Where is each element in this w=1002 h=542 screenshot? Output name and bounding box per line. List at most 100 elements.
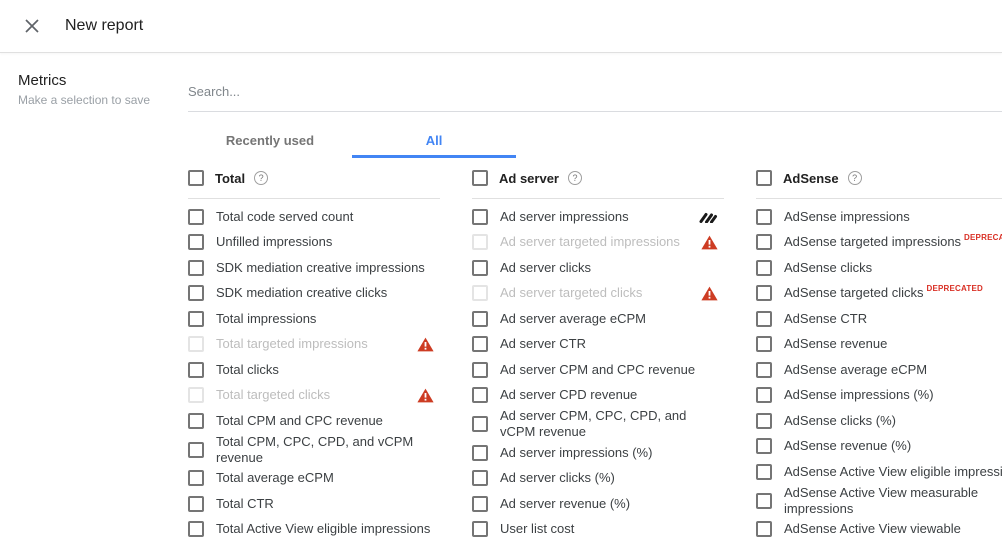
metric-checkbox[interactable] [188,413,204,429]
metric-checkbox[interactable] [472,336,488,352]
metric-item[interactable]: Ad server clicks (%) [472,466,724,492]
metric-checkbox[interactable] [472,260,488,276]
metric-item[interactable]: SDK mediation creative clicks [188,281,440,307]
metric-item[interactable]: Total impressions [188,306,440,332]
metric-text: AdSense Active View eligible impressions [784,464,1002,480]
metric-item[interactable]: Total clicks [188,357,440,383]
metric-checkbox[interactable] [188,496,204,512]
metric-checkbox[interactable] [188,521,204,537]
metric-checkbox[interactable] [188,470,204,486]
metric-item[interactable]: AdSense Active View viewable [756,517,1002,542]
metric-label: AdSense targeted impressions [784,234,961,249]
metric-item[interactable]: Ad server CPM, CPC, CPD, and vCPM revenu… [472,408,724,440]
metric-item[interactable]: Ad server targeted impressions [472,230,724,256]
badge-slot [417,388,440,403]
metric-label: Total CPM and CPC revenue [216,413,383,428]
metric-checkbox[interactable] [472,285,488,301]
group-checkbox[interactable] [188,170,204,186]
metric-checkbox[interactable] [756,438,772,454]
metric-item[interactable]: Total targeted clicks [188,383,440,409]
metric-checkbox[interactable] [756,209,772,225]
metric-item[interactable]: SDK mediation creative impressions [188,255,440,281]
metric-checkbox[interactable] [472,496,488,512]
metric-checkbox[interactable] [756,413,772,429]
group-checkbox[interactable] [472,170,488,186]
metric-group: AdSense ? AdSense impressions AdSense ta… [756,166,1002,542]
metric-item[interactable]: AdSense targeted clicksDEPRECATED [756,281,1002,307]
metric-item[interactable]: AdSense impressions (%) [756,383,1002,409]
metric-item[interactable]: Total CPM and CPC revenue [188,408,440,434]
metric-item[interactable]: AdSense average eCPM [756,357,1002,383]
metric-item[interactable]: AdSense impressions [756,204,1002,230]
metric-checkbox[interactable] [188,336,204,352]
help-icon[interactable]: ? [568,171,582,185]
metric-item[interactable]: AdSense clicks (%) [756,408,1002,434]
metric-item[interactable]: Total code served count [188,204,440,230]
metric-checkbox[interactable] [472,311,488,327]
metric-checkbox[interactable] [756,362,772,378]
metric-checkbox[interactable] [472,470,488,486]
metric-checkbox[interactable] [188,387,204,403]
metric-text: Ad server CTR [500,336,586,352]
metric-checkbox[interactable] [188,260,204,276]
close-icon[interactable] [23,17,41,35]
metric-item[interactable]: AdSense CTR [756,306,1002,332]
metric-item[interactable]: Total average eCPM [188,466,440,492]
metric-item[interactable]: Unfilled impressions [188,230,440,256]
metric-checkbox[interactable] [188,311,204,327]
metric-text: Ad server average eCPM [500,311,646,327]
tab-all[interactable]: All [352,123,516,158]
metric-item[interactable]: Ad server revenue (%) [472,491,724,517]
warning-icon [701,235,718,250]
metric-checkbox[interactable] [472,362,488,378]
search-input[interactable] [188,84,1002,99]
metric-checkbox[interactable] [756,387,772,403]
metric-checkbox[interactable] [188,234,204,250]
metric-item[interactable]: User list cost [472,517,724,542]
metric-checkbox[interactable] [188,209,204,225]
metric-item[interactable]: AdSense targeted impressionsDEPRECATED [756,230,1002,256]
metric-item[interactable]: Total CTR [188,491,440,517]
metric-item[interactable]: AdSense revenue [756,332,1002,358]
metric-checkbox[interactable] [756,285,772,301]
metric-checkbox[interactable] [472,416,488,432]
metric-checkbox[interactable] [756,260,772,276]
metric-text: Ad server CPM and CPC revenue [500,362,695,378]
metric-item[interactable]: Ad server targeted clicks [472,281,724,307]
metric-item[interactable]: Ad server CPD revenue [472,383,724,409]
metric-item[interactable]: Ad server average eCPM [472,306,724,332]
tab-recently-used[interactable]: Recently used [188,123,352,158]
metric-checkbox[interactable] [472,445,488,461]
metric-label: Total targeted impressions [216,336,368,351]
metric-item[interactable]: Total Active View eligible impressions [188,517,440,542]
metric-item[interactable]: Ad server impressions [472,204,724,230]
metric-item[interactable]: Ad server CTR [472,332,724,358]
metric-checkbox[interactable] [756,521,772,537]
metric-label: Unfilled impressions [216,234,332,249]
metric-checkbox[interactable] [472,209,488,225]
metric-checkbox[interactable] [188,362,204,378]
group-checkbox[interactable] [756,170,772,186]
metric-checkbox[interactable] [472,521,488,537]
help-icon[interactable]: ? [848,171,862,185]
metric-item[interactable]: AdSense revenue (%) [756,434,1002,460]
metric-checkbox[interactable] [472,387,488,403]
metric-item[interactable]: AdSense Active View eligible impressions [756,459,1002,485]
metric-item[interactable]: Total CPM, CPC, CPD, and vCPM revenue [188,434,440,466]
metric-item[interactable]: Total targeted impressions [188,332,440,358]
metric-item[interactable]: Ad server clicks [472,255,724,281]
metric-checkbox[interactable] [188,442,204,458]
metric-item[interactable]: AdSense clicks [756,255,1002,281]
metric-checkbox[interactable] [188,285,204,301]
metric-item[interactable]: Ad server impressions (%) [472,440,724,466]
metric-checkbox[interactable] [472,234,488,250]
metric-item[interactable]: Ad server CPM and CPC revenue [472,357,724,383]
help-icon[interactable]: ? [254,171,268,185]
metric-checkbox[interactable] [756,464,772,480]
metric-item[interactable]: AdSense Active View measurable impressio… [756,485,1002,517]
metric-checkbox[interactable] [756,311,772,327]
metric-checkbox[interactable] [756,234,772,250]
metric-checkbox[interactable] [756,493,772,509]
warning-icon [417,337,434,352]
metric-checkbox[interactable] [756,336,772,352]
